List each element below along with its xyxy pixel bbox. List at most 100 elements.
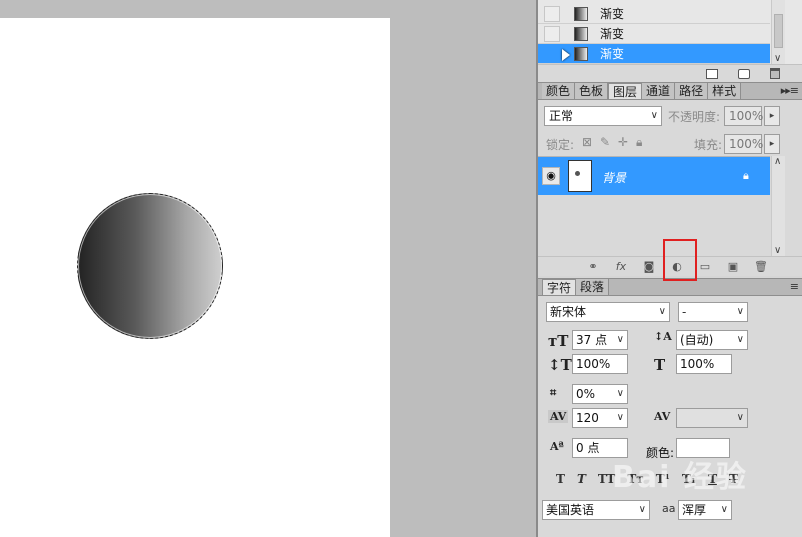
baseline-shift-value: 0 点 <box>576 441 600 455</box>
horizontal-scale-input[interactable]: 100% <box>676 354 732 374</box>
vertical-scale-value: 100% <box>576 357 611 371</box>
new-snapshot-icon[interactable] <box>738 68 750 79</box>
superscript-icon[interactable]: T¹ <box>656 472 670 486</box>
chevron-down-icon: ∨ <box>658 306 666 317</box>
lock-label: 锁定: <box>546 138 575 152</box>
chevron-down-icon: ∨ <box>650 110 658 121</box>
small-caps-icon[interactable]: Tт <box>627 472 643 486</box>
delete-layer-icon[interactable]: 🗑︎ <box>754 260 768 273</box>
subscript-icon[interactable]: T₁ <box>682 472 696 486</box>
opacity-slider-button[interactable]: ▸ <box>764 106 780 126</box>
fill-value: 100% <box>729 137 764 151</box>
blend-mode-select[interactable]: 正常 ∨ <box>544 106 662 126</box>
history-scroll-thumb[interactable] <box>774 14 783 48</box>
fill-slider-button[interactable]: ▸ <box>764 134 780 154</box>
baseline-shift-input[interactable]: 0 点 <box>572 438 628 458</box>
add-mask-icon[interactable]: ◙ <box>642 260 656 273</box>
fill-input[interactable]: 100% <box>724 134 764 154</box>
leading-input[interactable]: (自动) ∨ <box>676 330 748 350</box>
faux-bold-icon[interactable]: T <box>556 472 565 486</box>
gradient-icon <box>574 46 588 61</box>
layer-name[interactable]: 背景 <box>602 169 626 186</box>
leading-value: (自动) <box>680 333 714 347</box>
opacity-input[interactable]: 100% <box>724 106 763 126</box>
all-caps-icon[interactable]: TT <box>598 472 615 486</box>
history-snapshot-checkbox[interactable] <box>544 45 560 62</box>
strikethrough-icon[interactable]: T <box>729 472 738 486</box>
font-size-input[interactable]: 37 点 ∨ <box>572 330 628 350</box>
fill-label: 填充: <box>694 138 723 152</box>
tab-paragraph[interactable]: 段落 <box>576 279 610 295</box>
text-color-swatch[interactable] <box>676 438 730 458</box>
tab-color[interactable]: 颜色 <box>542 83 576 99</box>
panel-menu-icon[interactable]: ▸▸≡ <box>781 84 799 97</box>
lock-all-icon[interactable]: 🔒︎ <box>636 136 648 148</box>
layers-scrollbar[interactable]: ∧ ∨ <box>771 156 785 256</box>
font-size-value: 37 点 <box>576 333 608 347</box>
panel-dock: 渐变 渐变 渐变 ∨ 颜色 色板 图层 通道 路径 样式 ▸▸≡ 正常 ∨ 不透… <box>536 0 802 537</box>
font-style-select[interactable]: - ∨ <box>678 302 748 322</box>
history-snapshot-checkbox[interactable] <box>544 25 560 42</box>
chevron-down-icon: ∨ <box>720 504 728 515</box>
tab-swatches[interactable]: 色板 <box>575 83 609 99</box>
leading-icon: ↕A <box>654 330 672 343</box>
new-document-from-state-icon[interactable] <box>706 68 718 79</box>
lock-icon: 🔒︎ <box>743 169 749 182</box>
underline-icon[interactable]: T <box>708 472 717 486</box>
tab-paths[interactable]: 路径 <box>675 83 709 99</box>
kerning-select[interactable]: ∨ <box>676 408 748 428</box>
chevron-down-icon: ∨ <box>736 412 744 423</box>
lock-image-pixels-icon[interactable]: ✎ <box>600 136 612 148</box>
chevron-down-icon: ∨ <box>736 306 744 317</box>
tab-character[interactable]: 字符 <box>542 279 577 295</box>
link-layers-icon[interactable]: ⚭ <box>586 260 600 273</box>
scroll-up-icon[interactable]: ∧ <box>774 156 781 167</box>
language-select[interactable]: 美国英语 ∨ <box>542 500 650 520</box>
new-group-icon[interactable]: ▭ <box>698 260 712 273</box>
faux-italic-icon[interactable]: T <box>577 472 586 486</box>
history-item[interactable]: 渐变 <box>538 4 770 24</box>
antialias-select[interactable]: 浑厚 ∨ <box>678 500 732 520</box>
character-panel: 新宋体 ∨ - ∨ ᴛT 37 点 ∨ ↕A (自动) ∨ ↕T 100% T … <box>538 296 802 537</box>
tab-channels[interactable]: 通道 <box>642 83 676 99</box>
scroll-down-icon[interactable]: ∨ <box>774 53 781 64</box>
vertical-scale-icon: ↕T <box>548 356 572 374</box>
history-item-label: 渐变 <box>600 27 625 41</box>
layer-row-background[interactable]: ◉ 背景 🔒︎ <box>538 157 770 195</box>
opacity-label: 不透明度: <box>668 110 721 124</box>
tab-styles[interactable]: 样式 <box>708 83 742 99</box>
document-canvas[interactable] <box>0 18 390 537</box>
lock-position-icon[interactable]: ✛ <box>618 136 630 148</box>
panel-menu-icon[interactable]: ≡ <box>790 280 799 293</box>
adjustment-layer-icon[interactable]: ◐ <box>670 260 684 273</box>
tsume-input[interactable]: 0% ∨ <box>572 384 628 404</box>
tracking-icon: AV <box>548 410 569 423</box>
chevron-down-icon: ∨ <box>616 412 624 423</box>
lock-transparent-pixels-icon[interactable]: ⊠ <box>582 136 594 148</box>
history-item[interactable]: 渐变 <box>538 24 770 44</box>
history-snapshot-checkbox[interactable] <box>544 5 560 22</box>
chevron-down-icon: ∨ <box>616 334 624 345</box>
baseline-shift-icon: Aª <box>550 440 564 453</box>
tab-layers[interactable]: 图层 <box>608 83 643 99</box>
eye-icon[interactable]: ◉ <box>542 167 560 185</box>
vertical-scale-input[interactable]: 100% <box>572 354 628 374</box>
font-family-select[interactable]: 新宋体 ∨ <box>546 302 670 322</box>
gradient-circle-selection[interactable] <box>77 193 223 339</box>
history-panel: 渐变 渐变 渐变 ∨ <box>538 0 802 82</box>
history-scrollbar[interactable]: ∨ <box>771 0 785 64</box>
tracking-value: 120 <box>576 411 599 425</box>
gradient-icon <box>574 26 588 41</box>
delete-state-icon[interactable] <box>770 68 780 79</box>
layer-style-fx-icon[interactable]: fx <box>614 260 628 273</box>
history-footer <box>538 64 802 82</box>
history-item-selected[interactable]: 渐变 <box>538 44 770 64</box>
tracking-input[interactable]: 120 ∨ <box>572 408 628 428</box>
canvas-workspace[interactable] <box>0 0 536 537</box>
scroll-down-icon[interactable]: ∨ <box>774 245 781 256</box>
new-layer-icon[interactable]: ▣ <box>726 260 740 273</box>
layers-panel: 正常 ∨ 不透明度: 100% ▸ 锁定: ⊠ ✎ ✛ 🔒︎ 填充: 100% … <box>538 100 802 276</box>
language-value: 美国英语 <box>546 503 595 517</box>
layer-thumbnail <box>568 160 592 192</box>
chevron-down-icon: ∨ <box>638 504 646 515</box>
